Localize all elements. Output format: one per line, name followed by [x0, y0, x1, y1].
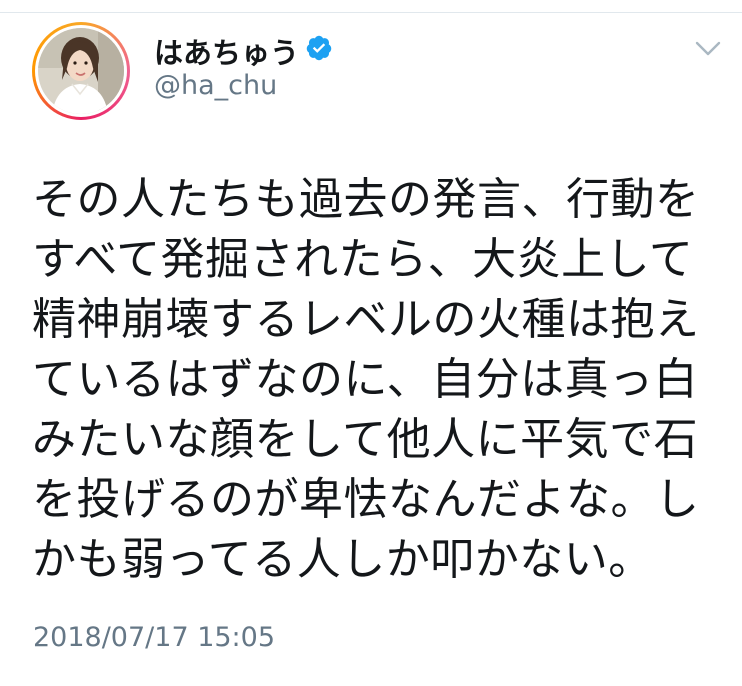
tweet-text-line: みたいな顔をして他人に平気で石	[32, 414, 699, 465]
tweet-text-line: ているはずなのに、自分は真っ白	[32, 354, 699, 405]
tweet-timestamp[interactable]: 2018/07/17 15:05	[33, 622, 275, 653]
chevron-down-icon[interactable]	[694, 40, 722, 58]
user-handle[interactable]: @ha_chu	[154, 70, 277, 101]
tweet-text-line: すべて発掘されたら、大炎上して	[32, 234, 694, 285]
profile-photo	[38, 28, 124, 114]
tweet-text-line: 精神崩壊するレベルの火種は抱え	[32, 294, 700, 345]
tweet-text-line: を投げるのが卑怯なんだよな。し	[32, 474, 700, 525]
verified-badge-icon	[306, 35, 332, 61]
top-divider	[0, 12, 742, 13]
display-name[interactable]: はあちゅう	[154, 30, 299, 72]
avatar[interactable]	[32, 22, 130, 120]
tweet-text-line: その人たちも過去の発言、行動を	[32, 174, 700, 225]
tweet-text-line: かも弱ってる人しか叩かない。	[32, 534, 653, 585]
tweet-text: その人たちも過去の発言、行動を すべて発掘されたら、大炎上して 精神崩壊するレベ…	[32, 170, 712, 590]
